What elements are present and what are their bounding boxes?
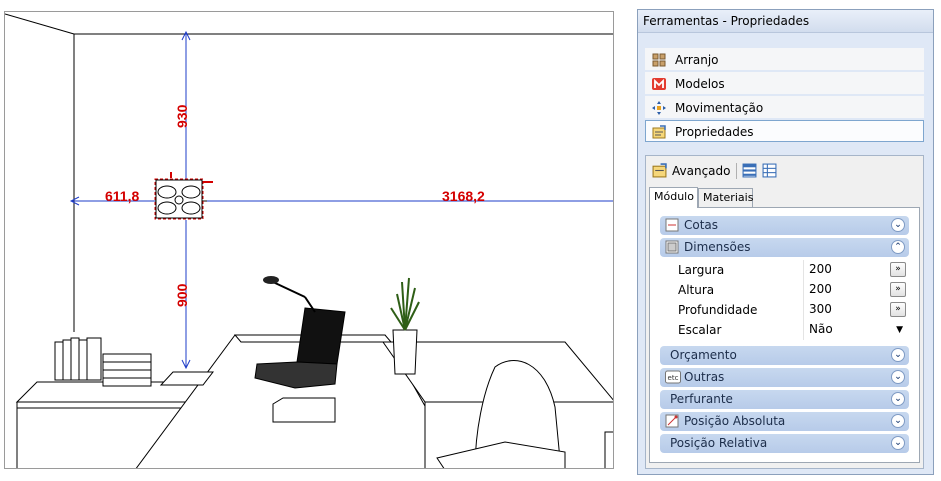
section-posicao-absoluta-label: Posição Absoluta bbox=[684, 414, 786, 428]
selected-module bbox=[154, 172, 213, 220]
svg-text:etc: etc bbox=[668, 374, 679, 382]
dropdown-arrow-icon[interactable]: ▼ bbox=[896, 325, 903, 335]
tab-content: Cotas ⌄ Dimensões ⌃ Largura 200 » Altura bbox=[649, 207, 920, 463]
dimension-left: 611,8 bbox=[105, 188, 140, 204]
grid-icon bbox=[652, 53, 666, 67]
dimensions-icon bbox=[665, 240, 679, 254]
property-row-profundidade: Profundidade 300 » bbox=[660, 300, 909, 320]
dimension-icon bbox=[665, 218, 679, 232]
property-row-escalar: Escalar Não ▼ bbox=[660, 320, 909, 340]
nav-propriedades-label: Propriedades bbox=[675, 125, 754, 139]
section-dimensoes[interactable]: Dimensões ⌃ bbox=[660, 238, 909, 257]
section-outras[interactable]: etc Outras ⌄ bbox=[660, 368, 909, 387]
scene-drawing bbox=[5, 13, 613, 468]
more-button[interactable]: » bbox=[890, 262, 906, 277]
section-perfurante-label: Perfurante bbox=[670, 392, 733, 406]
move-arrows-icon bbox=[652, 101, 666, 115]
property-name: Altura bbox=[678, 283, 715, 297]
toolbar-divider bbox=[736, 163, 737, 179]
3d-viewport[interactable]: 930 900 611,8 3168,2 bbox=[4, 11, 614, 469]
advanced-label[interactable]: Avançado bbox=[672, 164, 730, 178]
section-orcamento[interactable]: Orçamento ⌄ bbox=[660, 346, 909, 365]
grid-view-icon[interactable] bbox=[762, 163, 777, 178]
nav-modelos-label: Modelos bbox=[675, 77, 725, 91]
property-row-altura: Altura 200 » bbox=[660, 280, 909, 300]
panel-title: Ferramentas - Propriedades bbox=[638, 10, 933, 33]
nav-movimentacao[interactable]: Movimentação bbox=[645, 96, 924, 118]
nav-modelos[interactable]: Modelos bbox=[645, 72, 924, 94]
property-value-profundidade[interactable]: 300 bbox=[809, 302, 832, 316]
section-orcamento-label: Orçamento bbox=[670, 348, 737, 362]
property-value-largura[interactable]: 200 bbox=[809, 262, 832, 276]
collapse-icon[interactable]: ⌃ bbox=[891, 240, 905, 254]
property-value-escalar[interactable]: Não bbox=[809, 322, 833, 336]
section-posicao-absoluta[interactable]: Posição Absoluta ⌄ bbox=[660, 412, 909, 431]
section-posicao-relativa-label: Posição Relativa bbox=[670, 436, 768, 450]
section-perfurante[interactable]: Perfurante ⌄ bbox=[660, 390, 909, 409]
property-value-altura[interactable]: 200 bbox=[809, 282, 832, 296]
nav-movimentacao-label: Movimentação bbox=[675, 101, 764, 115]
tab-materiais[interactable]: Materiais bbox=[698, 188, 753, 207]
tab-modulo[interactable]: Módulo bbox=[649, 187, 698, 208]
more-button[interactable]: » bbox=[890, 282, 906, 297]
property-row-largura: Largura 200 » bbox=[660, 260, 909, 280]
etc-icon: etc bbox=[665, 370, 681, 384]
section-cotas-label: Cotas bbox=[684, 218, 719, 232]
properties-icon bbox=[652, 125, 666, 139]
nav-arranjo-label: Arranjo bbox=[675, 53, 719, 67]
section-posicao-relativa[interactable]: Posição Relativa ⌄ bbox=[660, 434, 909, 453]
properties-toolbar: Avançado bbox=[650, 160, 920, 182]
section-outras-label: Outras bbox=[684, 370, 725, 384]
categorized-view-icon[interactable] bbox=[742, 163, 757, 178]
section-cotas[interactable]: Cotas ⌄ bbox=[660, 216, 909, 235]
more-button[interactable]: » bbox=[890, 302, 906, 317]
expand-icon[interactable]: ⌄ bbox=[891, 414, 905, 428]
dimension-bottom: 900 bbox=[174, 283, 190, 307]
nav-arranjo[interactable]: Arranjo bbox=[645, 48, 924, 70]
position-icon bbox=[665, 414, 679, 428]
property-name: Profundidade bbox=[678, 303, 758, 317]
dimension-right: 3168,2 bbox=[442, 188, 485, 204]
m-logo-icon bbox=[652, 78, 666, 90]
dimension-top: 930 bbox=[174, 104, 190, 128]
expand-icon[interactable]: ⌄ bbox=[891, 392, 905, 406]
properties-box: Avançado Módulo Materiais Cotas ⌄ Dimens… bbox=[645, 155, 924, 469]
section-dimensoes-label: Dimensões bbox=[684, 240, 751, 254]
expand-icon[interactable]: ⌄ bbox=[891, 370, 905, 384]
properties-tool-panel: Ferramentas - Propriedades Arranjo Model… bbox=[637, 9, 934, 475]
expand-icon[interactable]: ⌄ bbox=[891, 218, 905, 232]
expand-icon[interactable]: ⌄ bbox=[891, 436, 905, 450]
property-name: Escalar bbox=[678, 323, 722, 337]
nav-propriedades[interactable]: Propriedades bbox=[645, 120, 924, 142]
advanced-icon[interactable] bbox=[652, 163, 667, 178]
expand-icon[interactable]: ⌄ bbox=[891, 348, 905, 362]
property-name: Largura bbox=[678, 263, 725, 277]
